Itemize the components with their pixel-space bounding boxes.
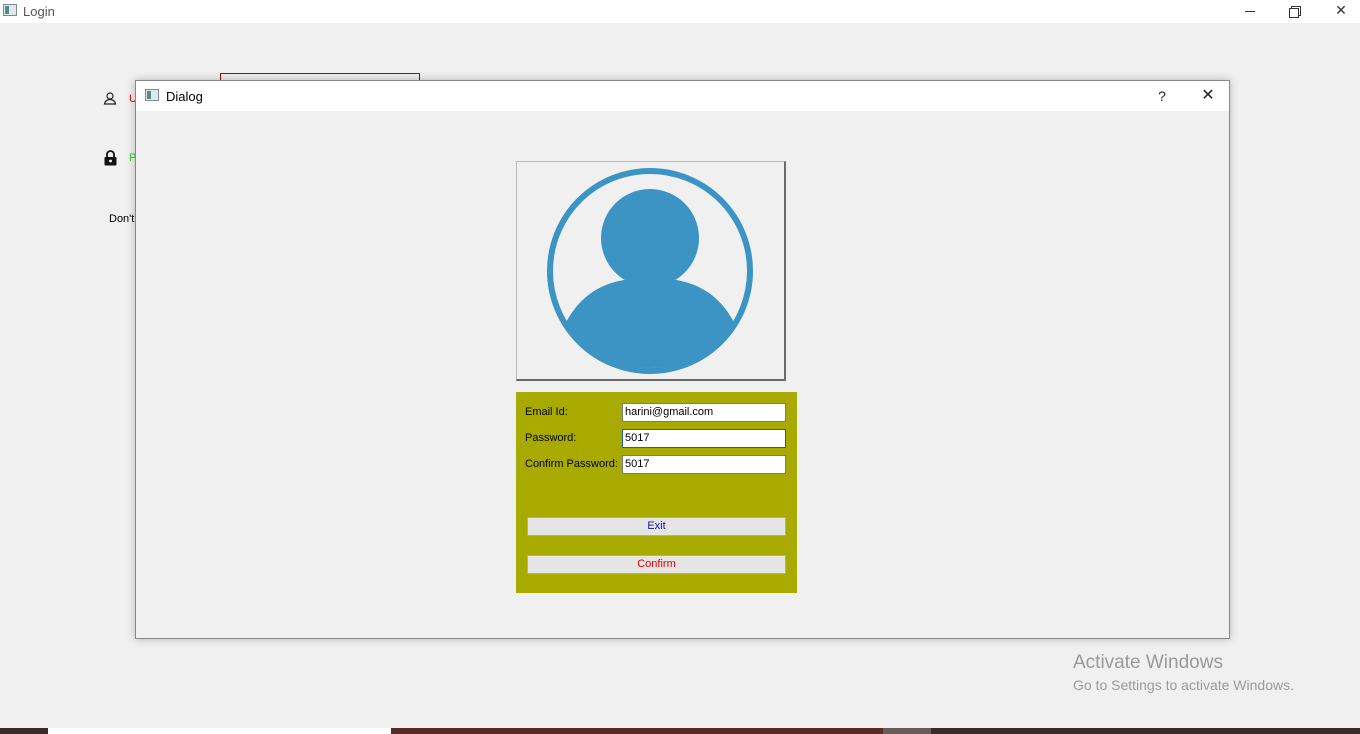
app-icon: [3, 4, 17, 16]
email-label: Email Id:: [525, 406, 568, 418]
activation-watermark-subtitle: Go to Settings to activate Windows.: [1073, 677, 1294, 693]
minimize-icon: [1245, 11, 1255, 12]
window-title: Login: [23, 4, 55, 19]
password-field[interactable]: 5017: [622, 429, 786, 448]
taskbar-app-active[interactable]: [883, 728, 931, 734]
dialog-title: Dialog: [166, 89, 203, 104]
restore-button[interactable]: [1272, 0, 1318, 23]
email-field[interactable]: harini@gmail.com: [622, 403, 786, 422]
restore-icon-back: [1289, 8, 1299, 18]
avatar-frame: [516, 161, 786, 381]
user-avatar-icon: [547, 168, 753, 374]
password-label: Password:: [525, 432, 577, 444]
confirm-password-field[interactable]: 5017: [622, 455, 786, 474]
signup-prompt-text: Don't: [109, 213, 135, 225]
taskbar-search[interactable]: [48, 728, 391, 734]
lock-icon: [104, 150, 117, 166]
minimize-button[interactable]: [1227, 0, 1273, 23]
taskbar: [0, 728, 1360, 734]
activation-watermark-title: Activate Windows: [1073, 652, 1223, 673]
window-close-button[interactable]: ✕: [1318, 0, 1360, 23]
dialog-window: Dialog ? ✕ Email Id: harini@gmail.com Pa…: [135, 80, 1230, 639]
confirm-button[interactable]: Confirm: [527, 555, 786, 574]
user-icon: [103, 92, 117, 105]
exit-button[interactable]: Exit: [527, 517, 786, 536]
dialog-close-button[interactable]: ✕: [1188, 85, 1228, 107]
help-button[interactable]: ?: [1142, 85, 1182, 107]
confirm-password-label: Confirm Password:: [525, 458, 618, 470]
dialog-app-icon: [145, 89, 159, 101]
taskbar-apps[interactable]: [391, 728, 883, 734]
dialog-titlebar: Dialog ? ✕: [136, 81, 1229, 111]
main-titlebar: Login ✕: [0, 0, 1360, 23]
registration-form: Email Id: harini@gmail.com Password: 501…: [516, 392, 797, 593]
